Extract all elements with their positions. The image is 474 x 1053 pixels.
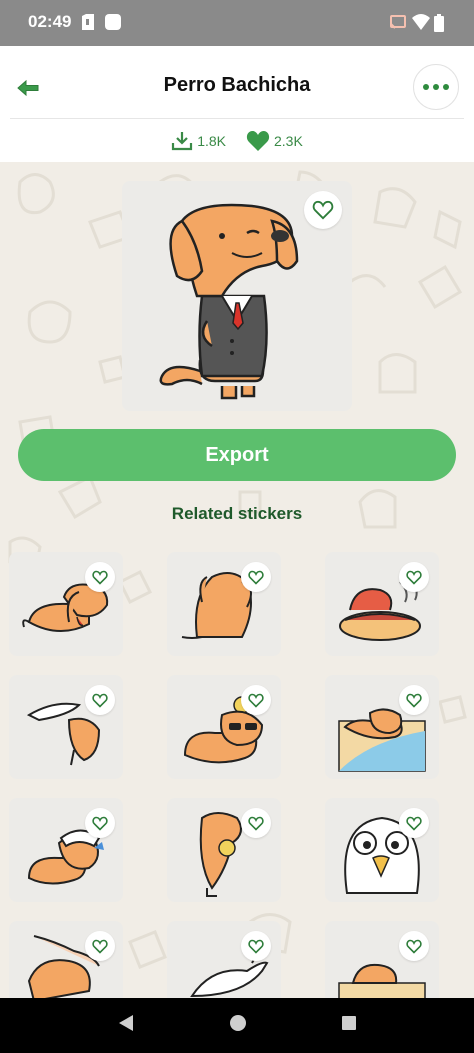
page-title: Perro Bachicha — [163, 74, 311, 96]
sticker-tile[interactable] — [325, 552, 439, 656]
system-nav-bar — [0, 998, 474, 1053]
sticker-tile[interactable] — [325, 675, 439, 779]
nav-recents-button[interactable] — [341, 1015, 357, 1036]
sticker-tile[interactable] — [167, 798, 281, 902]
heart-outline-icon — [406, 939, 422, 954]
sticker-tile[interactable] — [9, 552, 123, 656]
favorite-button[interactable] — [241, 685, 271, 715]
nav-home-button[interactable] — [229, 1014, 247, 1037]
more-horizontal-icon — [423, 84, 429, 90]
heart-outline-icon — [92, 570, 108, 585]
heart-outline-icon — [92, 939, 108, 954]
sticker-stats: 1.8K 2.3K — [0, 130, 474, 152]
heart-outline-icon — [248, 570, 264, 585]
favorite-button[interactable] — [241, 562, 271, 592]
battery-icon — [434, 14, 444, 37]
sticker-tile[interactable] — [9, 675, 123, 779]
heart-outline-icon — [92, 816, 108, 831]
header-divider — [10, 118, 464, 119]
nav-back-button[interactable] — [117, 1013, 135, 1038]
favorite-button[interactable] — [399, 931, 429, 961]
more-options-button[interactable] — [413, 64, 459, 110]
circle-home-icon — [230, 1015, 246, 1031]
notification-icon — [105, 14, 121, 35]
heart-outline-icon — [406, 570, 422, 585]
favorite-button[interactable] — [85, 931, 115, 961]
favorite-button[interactable] — [399, 808, 429, 838]
heart-outline-icon — [92, 693, 108, 708]
downloads-stat: 1.8K — [171, 130, 226, 152]
heart-filled-icon — [246, 131, 270, 151]
related-stickers-heading: Related stickers — [171, 504, 303, 523]
favorite-button[interactable] — [85, 808, 115, 838]
favorite-button[interactable] — [85, 562, 115, 592]
download-icon — [172, 132, 193, 151]
sticker-tile[interactable] — [9, 798, 123, 902]
cast-icon — [390, 14, 406, 35]
sticker-tile[interactable] — [167, 675, 281, 779]
export-button[interactable]: Export — [18, 429, 456, 481]
heart-outline-icon — [248, 693, 264, 708]
wifi-icon — [412, 14, 430, 35]
favorite-button[interactable] — [241, 808, 271, 838]
favorite-button[interactable] — [85, 685, 115, 715]
triangle-back-icon — [119, 1015, 133, 1031]
downloads-count: 1.8K — [197, 133, 226, 149]
status-bar: 02:49 — [0, 0, 474, 46]
heart-outline-icon — [312, 200, 334, 220]
heart-outline-icon — [248, 816, 264, 831]
likes-count: 2.3K — [274, 133, 303, 149]
app-header: Perro Bachicha 1.8K 2.3K — [0, 46, 474, 162]
sticker-tile[interactable] — [325, 798, 439, 902]
main-sticker-card[interactable] — [122, 181, 352, 411]
favorite-button[interactable] — [399, 562, 429, 592]
heart-outline-icon — [406, 816, 422, 831]
status-time: 02:49 — [28, 12, 72, 31]
heart-outline-icon — [248, 939, 264, 954]
favorite-button[interactable] — [399, 685, 429, 715]
favorite-button[interactable] — [304, 191, 342, 229]
heart-outline-icon — [406, 693, 422, 708]
likes-stat: 2.3K — [246, 130, 303, 152]
sim-card-icon — [82, 14, 94, 35]
square-recents-icon — [342, 1016, 356, 1030]
favorite-button[interactable] — [241, 931, 271, 961]
sticker-tile[interactable] — [167, 552, 281, 656]
